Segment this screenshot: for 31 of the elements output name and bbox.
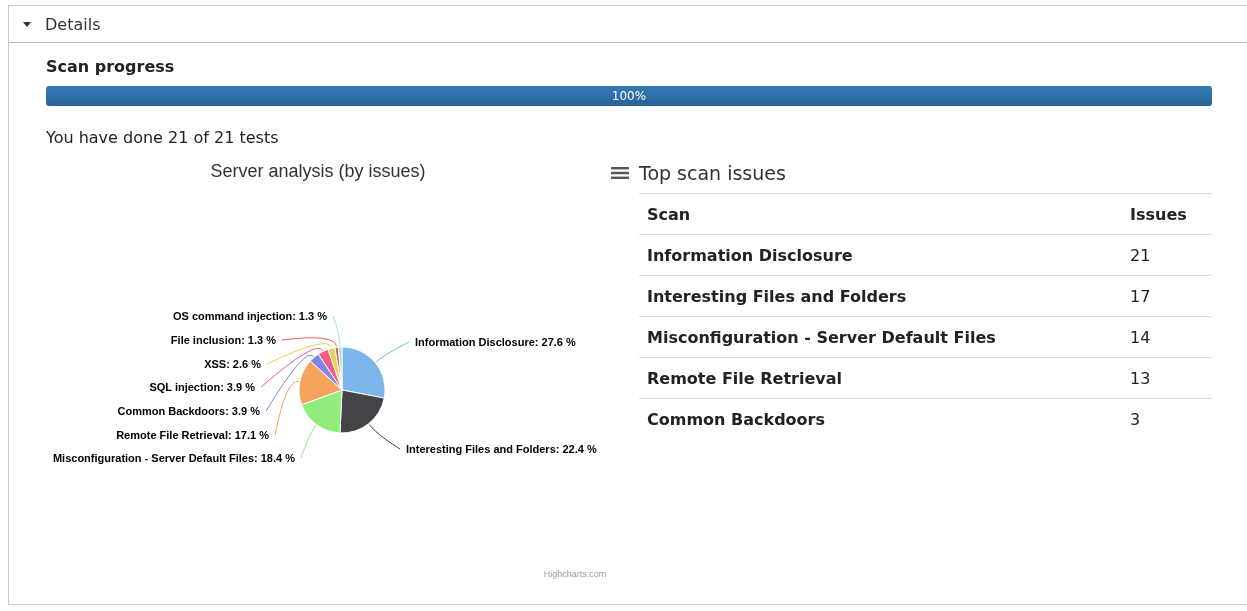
section-title: Scan progress [46, 57, 176, 76]
summary-text: You have done 21 of 21 tests [46, 128, 280, 147]
table-cell: 14 [1122, 316, 1212, 358]
data-label: File inclusion: 1.3 % [170, 334, 276, 346]
table-cell: Information Disclosure [639, 234, 1122, 276]
table-cell: 17 [1122, 275, 1212, 317]
menu-icon[interactable] [611, 166, 629, 180]
column-header: Issues [1122, 193, 1212, 235]
table-cell: Common Backdoors [639, 398, 1122, 439]
table-cell: 21 [1122, 234, 1212, 276]
chart-title: Server analysis (by issues) [210, 161, 426, 181]
data-label: Information Disclosure: 27.6 % [415, 336, 576, 348]
caret-icon[interactable] [23, 21, 31, 27]
table-cell: Remote File Retrieval [639, 357, 1122, 399]
data-label: OS command injection: 1.3 % [172, 310, 327, 322]
table-title: Top scan issues [639, 162, 786, 184]
data-label: XSS: 2.6 % [204, 358, 261, 370]
column-header: Scan [639, 193, 1122, 235]
data-label: SQL injection: 3.9 % [149, 381, 255, 393]
table-cell: Interesting Files and Folders [639, 275, 1122, 317]
table-cell: 13 [1122, 357, 1212, 399]
data-label: Common Backdoors: 3.9 % [117, 405, 260, 417]
leader-line [375, 341, 410, 363]
table-cell: 3 [1122, 398, 1212, 439]
data-label: Interesting Files and Folders: 22.4 % [406, 443, 597, 455]
leader-line [368, 424, 401, 450]
data-label: Misconfiguration - Server Default Files: 18.4 % [52, 452, 295, 464]
panel-title[interactable]: Details [45, 14, 101, 34]
data-label: Remote File Retrieval: 17.1 % [116, 429, 269, 441]
progress-reading: 100% [611, 89, 647, 103]
table-cell: Misconfiguration - Server Default Files [639, 316, 1122, 358]
